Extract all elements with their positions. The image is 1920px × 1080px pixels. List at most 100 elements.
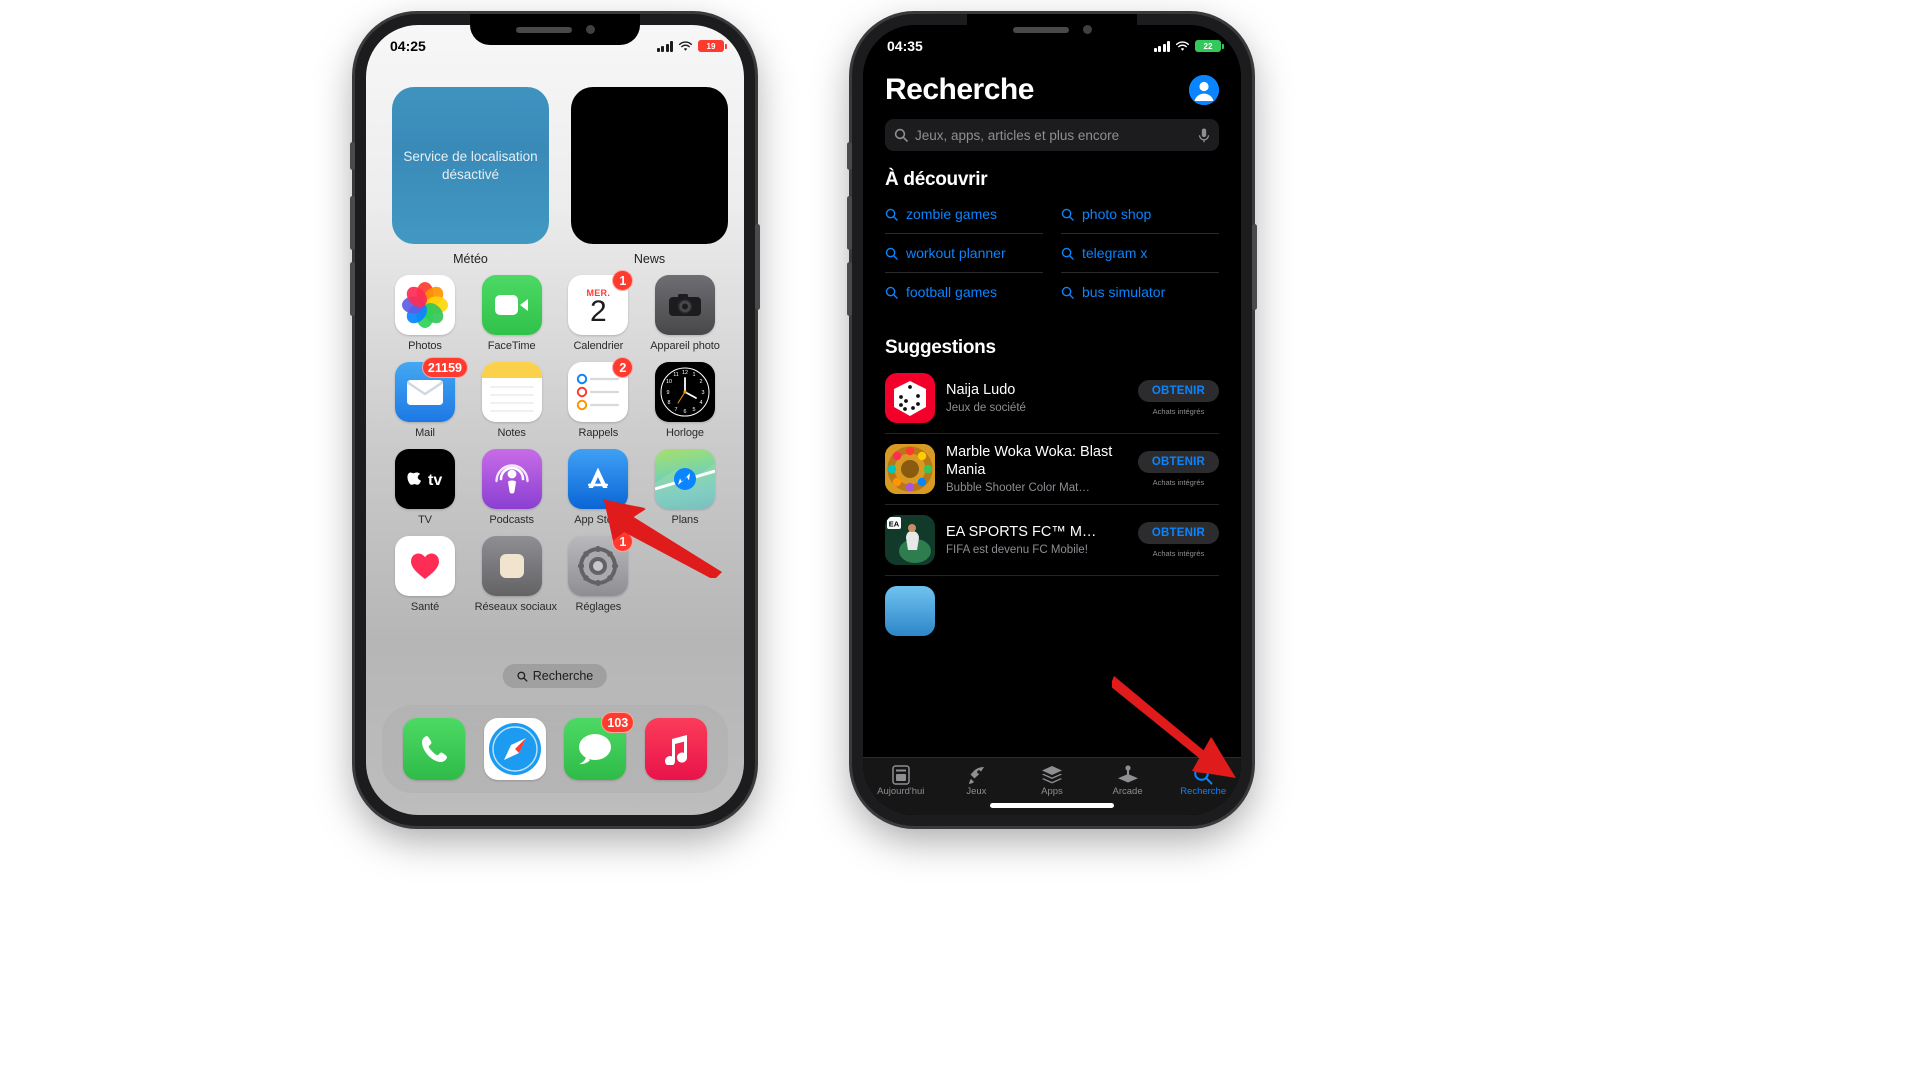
svg-text:8: 8 [667,400,670,406]
weather-widget-tile[interactable]: Service de localisation désactivé [392,87,549,244]
search-input[interactable]: Jeux, apps, articles et plus encore [885,119,1219,151]
tab-recherche[interactable]: Recherche [1165,764,1241,797]
battery-icon: 19 [698,40,727,52]
svg-text:9: 9 [666,390,669,396]
app-label: Horloge [666,427,704,439]
svg-text:1: 1 [692,372,695,378]
in-app-purchase-note: Achats intégrés [1152,407,1205,416]
app-appareil-photo[interactable]: Appareil photo [648,275,722,352]
stack-icon [1014,764,1090,786]
widget-weather[interactable]: Service de localisation désactivé Météo [392,87,549,266]
battery-level: 19 [706,41,716,51]
dock-app-safari[interactable] [478,718,552,780]
notch [470,14,640,45]
cellular-bars-icon [1153,40,1170,52]
dock-app-musique[interactable] [639,718,713,780]
appstore-icon [568,449,629,509]
discover-heading: À découvrir [885,169,988,190]
dock-app-messages[interactable]: 103 [558,712,635,780]
app-calendrier[interactable]: 1 MER. 2 Calendrier [561,270,635,352]
dock-app-telephone[interactable] [397,718,471,780]
app-rappels[interactable]: 2 Rappels [561,357,635,439]
get-button[interactable]: OBTENIR [1137,380,1219,402]
ios-home-screen: 04:25 19 Service de localisation désacti… [366,25,744,815]
volume-up-button[interactable] [847,196,852,250]
microphone-icon[interactable] [1198,128,1210,143]
app-label: Santé [410,601,440,613]
left-phone-screen: 04:25 19 Service de localisation désacti… [366,25,744,815]
app-notes[interactable]: Notes [475,362,549,439]
search-icon [1061,286,1074,299]
app-horloge[interactable]: 12 3 6 9 1245 7 8 10 11 Horloge [648,362,722,439]
app-row: 21159 Mail Notes 2 Rappels 12 3 6 9 1 2 … [388,357,722,439]
discover-item[interactable]: workout planner [885,234,1043,273]
partial-app-icon [885,586,935,636]
app-label: Plans [671,514,699,526]
svg-text:4: 4 [699,400,702,406]
tab-label: Jeux [966,786,987,797]
home-indicator [990,803,1114,808]
badge-count: 1 [612,270,634,291]
discover-item[interactable]: zombie games [885,195,1043,234]
app-mail[interactable]: 21159 Mail [388,357,468,439]
list-item-partial[interactable] [885,576,1219,646]
notes-icon [481,362,542,422]
list-item[interactable]: Marble Woka Woka: Blast Mania Bubble Sho… [885,434,1219,505]
wifi-icon [678,40,693,51]
rocket-icon [939,764,1015,786]
in-app-purchase-note: Achats intégrés [1152,549,1205,558]
tab-apps[interactable]: Apps [1014,764,1090,797]
camera-icon [654,275,715,335]
tab-jeux[interactable]: Jeux [939,764,1015,797]
app-label: Notes [497,427,526,439]
app-sante[interactable]: Santé [388,536,462,613]
app-podcasts[interactable]: Podcasts [475,449,549,526]
power-button[interactable] [755,224,760,310]
power-button[interactable] [1252,224,1257,310]
widget-row: Service de localisation désactivé Météo … [392,87,728,266]
tab-arcade[interactable]: Arcade [1090,764,1166,797]
mute-switch[interactable] [847,142,852,170]
app-tv[interactable]: tv TV [388,449,462,526]
home-search-pill[interactable]: Recherche [502,664,608,688]
widget-news[interactable]: News [571,87,728,266]
list-item[interactable]: EA EA SPORTS FC™ M… FIFA est devenu FC M… [885,505,1219,576]
app-plans[interactable]: Plans [648,449,722,526]
discover-item[interactable]: telegram x [1061,234,1219,273]
account-avatar-icon[interactable] [1189,75,1219,105]
get-button[interactable]: OBTENIR [1137,451,1219,473]
mute-switch[interactable] [350,142,355,170]
discover-item[interactable]: photo shop [1061,195,1219,234]
right-phone-device: 04:35 22 Recherche Jeux, apps, articles … [847,14,1257,826]
list-item[interactable]: Naija Ludo Jeux de société OBTENIR Achat… [885,363,1219,434]
badge-count: 103 [601,712,635,733]
right-status-time: 04:35 [887,38,923,54]
svg-text:tv: tv [428,472,442,489]
app-label: Réseaux sociaux [474,601,557,613]
earpiece-speaker [1012,26,1069,33]
discover-item[interactable]: football games [885,273,1043,311]
app-reglages[interactable]: 1 Réglages [561,531,635,613]
left-status-time: 04:25 [390,38,426,54]
app-app-store[interactable]: App Store [561,449,635,526]
app-facetime[interactable]: FaceTime [475,275,549,352]
app-reseaux-sociaux[interactable]: Réseaux sociaux [474,536,557,613]
get-button[interactable]: OBTENIR [1137,522,1219,544]
screenshot-stage: 04:25 19 Service de localisation désacti… [0,0,1920,1080]
svg-text:EA: EA [889,520,900,529]
svg-text:12: 12 [682,370,688,376]
app-store-search-screen: 04:35 22 Recherche Jeux, apps, articles … [863,25,1241,815]
today-icon [863,764,939,786]
volume-down-button[interactable] [847,262,852,316]
svg-text:3: 3 [701,390,704,396]
discover-label: workout planner [906,245,1006,261]
tab-aujourdhui[interactable]: Aujourd'hui [863,764,939,797]
search-icon [885,247,898,260]
news-widget-tile[interactable] [571,87,728,244]
discover-item[interactable]: bus simulator [1061,273,1219,311]
volume-up-button[interactable] [350,196,355,250]
search-icon [1061,208,1074,221]
app-photos[interactable]: Photos [388,275,462,352]
weather-widget-message: Service de localisation désactivé [403,148,538,182]
volume-down-button[interactable] [350,262,355,316]
